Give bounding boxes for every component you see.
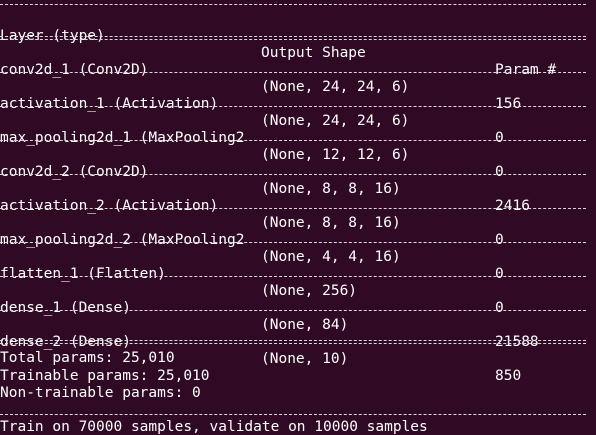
trainable-params: Trainable params: 25,010 xyxy=(0,368,210,384)
layer-row: conv2d_2 (Conv2D) (None, 8, 8, 16) 2416 xyxy=(0,147,596,214)
header-params: Param # xyxy=(495,62,557,78)
layer-name: dense_1 (Dense) xyxy=(0,300,131,316)
row-separator xyxy=(0,310,586,311)
row-separator xyxy=(0,242,586,243)
layer-row: dense_2 (Dense) (None, 10) 850 xyxy=(0,317,596,384)
layer-name: max_pooling2d_1 (MaxPooling2 xyxy=(0,130,245,146)
top-rule xyxy=(0,4,586,5)
layer-row: activation_2 (Activation) (None, 8, 8, 1… xyxy=(0,181,596,248)
layer-output-shape: (None, 10) xyxy=(261,351,349,367)
layer-row: max_pooling2d_1 (MaxPooling2 (None, 12, … xyxy=(0,113,596,180)
layer-params: 0 xyxy=(495,300,504,316)
layer-params: 0 xyxy=(495,164,504,180)
row-separator xyxy=(0,174,586,175)
terminal-window[interactable]: Layer (type) Output Shape Param # conv2d… xyxy=(0,0,596,435)
row-separator xyxy=(0,72,586,73)
layer-row: max_pooling2d_2 (MaxPooling2 (None, 4, 4… xyxy=(0,215,596,282)
layer-name: conv2d_2 (Conv2D) xyxy=(0,164,149,180)
layer-params: 0 xyxy=(495,266,504,282)
layer-row: conv2d_1 (Conv2D) (None, 24, 24, 6) 156 xyxy=(0,45,596,112)
non-trainable-params: Non-trainable params: 0 xyxy=(0,385,201,401)
row-separator xyxy=(0,276,586,277)
layer-name: flatten_1 (Flatten) xyxy=(0,266,166,282)
layer-row: flatten_1 (Flatten) (None, 256) 0 xyxy=(0,249,596,316)
row-separator xyxy=(0,208,586,209)
footer-separator xyxy=(0,340,586,344)
layer-row: dense_1 (Dense) (None, 84) 21588 xyxy=(0,283,596,350)
layer-name: activation_2 (Activation) xyxy=(0,198,219,214)
bottom-rule xyxy=(0,414,586,415)
header-separator xyxy=(0,36,586,40)
layer-params: 0 xyxy=(495,130,504,146)
layer-params: 156 xyxy=(495,96,522,112)
layer-name: max_pooling2d_2 (MaxPooling2 xyxy=(0,232,245,248)
row-separator xyxy=(0,106,586,107)
header-row: Layer (type) Output Shape Param # xyxy=(0,11,596,78)
row-separator xyxy=(0,140,586,141)
layer-params: 2416 xyxy=(495,198,530,214)
train-message: Train on 70000 samples, validate on 1000… xyxy=(0,419,428,435)
layer-params: 850 xyxy=(495,368,522,384)
layer-name: activation_1 (Activation) xyxy=(0,96,219,112)
layer-params: 0 xyxy=(495,232,504,248)
layer-name: conv2d_1 (Conv2D) xyxy=(0,62,149,78)
total-params: Total params: 25,010 xyxy=(0,350,175,366)
layer-row: activation_1 (Activation) (None, 24, 24,… xyxy=(0,79,596,146)
